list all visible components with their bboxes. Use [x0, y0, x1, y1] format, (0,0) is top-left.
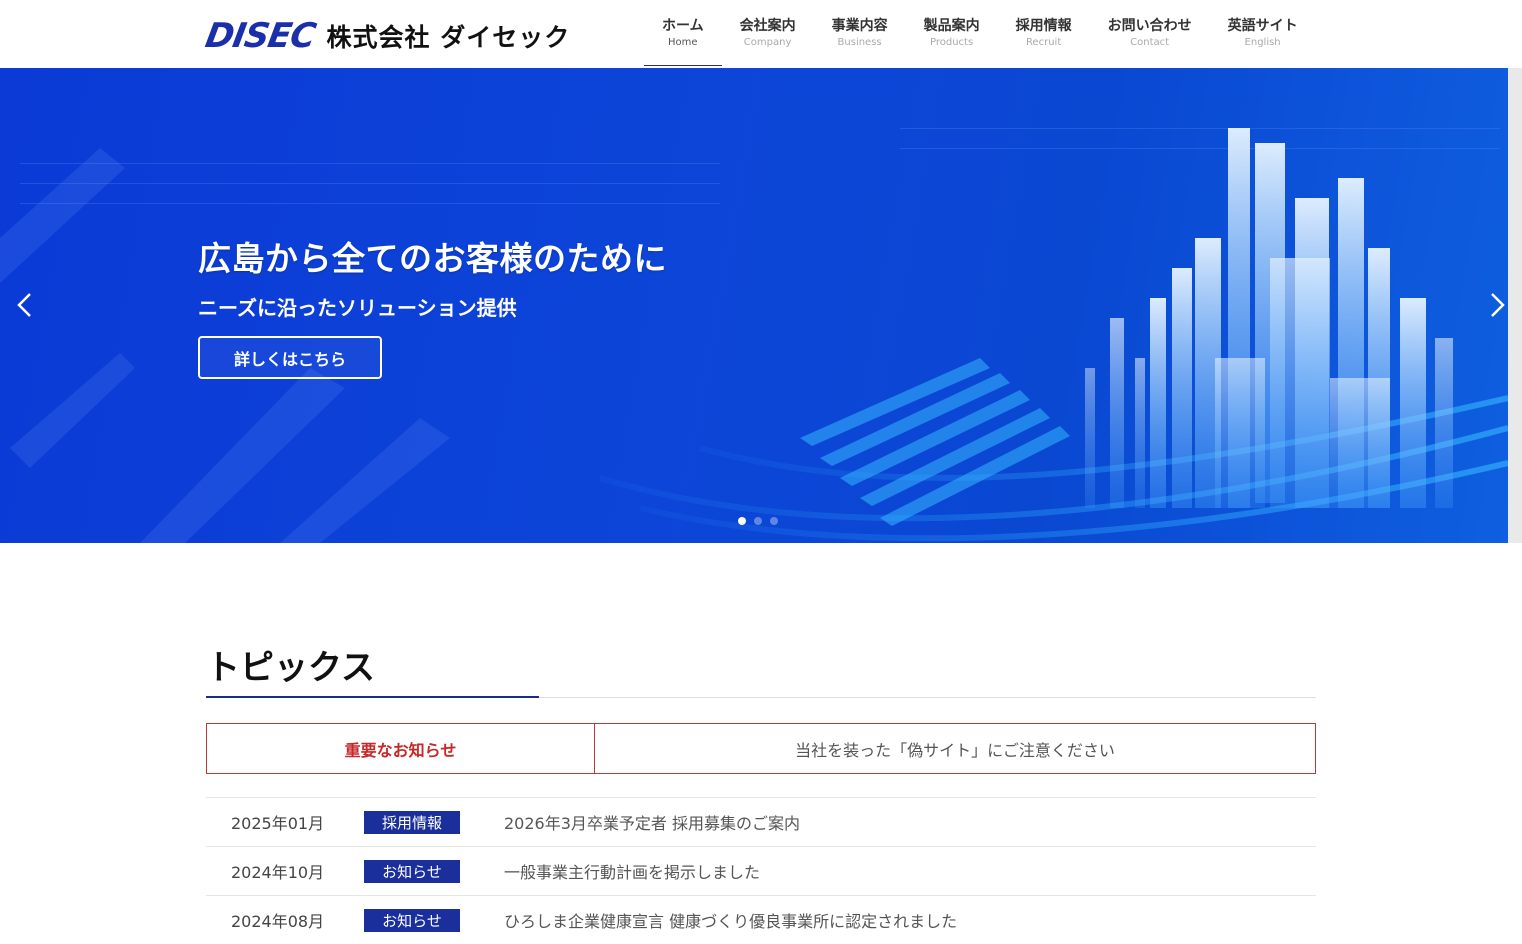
- important-notice-label: 重要なお知らせ: [207, 724, 595, 773]
- nav-sublabel: English: [1244, 37, 1281, 48]
- nav-item-contact[interactable]: お問い合わせ Contact: [1090, 0, 1210, 66]
- nav-item-home[interactable]: ホーム Home: [644, 0, 722, 66]
- main-nav: ホーム Home 会社案内 Company 事業内容 Business 製品案内…: [644, 0, 1316, 66]
- heading-underline: [206, 696, 539, 698]
- nav-item-products[interactable]: 製品案内 Products: [906, 0, 998, 66]
- hero-details-button[interactable]: 詳しくはこちら: [198, 336, 382, 379]
- nav-label: お問い合わせ: [1107, 18, 1192, 34]
- nav-item-english[interactable]: 英語サイト English: [1210, 0, 1316, 66]
- logo-mark: DISEC: [202, 16, 319, 56]
- news-item[interactable]: 2025年01月 採用情報 2026年3月卒業予定者 採用募集のご案内: [206, 797, 1316, 846]
- scrollbar[interactable]: [1508, 68, 1522, 543]
- hero-subtitle: ニーズに沿ったソリューション提供: [198, 296, 517, 320]
- news-category-badge: お知らせ: [364, 908, 460, 932]
- chevron-right-icon[interactable]: [1482, 290, 1508, 320]
- nav-item-company[interactable]: 会社案内 Company: [722, 0, 814, 66]
- nav-sublabel: Business: [837, 37, 882, 48]
- nav-label: 会社案内: [739, 18, 796, 34]
- company-name: 株式会社 ダイセック: [326, 23, 571, 52]
- site-header: DISEC 株式会社 ダイセック ホーム Home 会社案内 Company 事…: [0, 0, 1522, 68]
- news-item[interactable]: 2024年10月 お知らせ 一般事業主行動計画を掲示しました: [206, 846, 1316, 895]
- news-date: 2025年01月: [231, 814, 325, 833]
- topics-heading: トピックス: [206, 648, 375, 688]
- nav-sublabel: Contact: [1130, 37, 1170, 48]
- news-title[interactable]: 一般事業主行動計画を掲示しました: [504, 859, 760, 883]
- important-notice-link[interactable]: 当社を装った「偽サイト」にご注意ください: [595, 724, 1315, 773]
- news-category-badge: お知らせ: [364, 859, 460, 883]
- nav-label: ホーム: [662, 18, 704, 34]
- nav-item-business[interactable]: 事業内容 Business: [814, 0, 906, 66]
- chevron-left-icon[interactable]: [10, 290, 40, 320]
- nav-sublabel: Recruit: [1025, 37, 1062, 48]
- news-date: 2024年08月: [231, 912, 325, 931]
- news-category-badge: 採用情報: [364, 810, 460, 834]
- news-date: 2024年10月: [231, 863, 325, 882]
- nav-label: 英語サイト: [1227, 18, 1298, 34]
- site-logo[interactable]: DISEC 株式会社 ダイセック: [202, 16, 571, 56]
- slider-dot[interactable]: [754, 517, 762, 525]
- nav-sublabel: Products: [930, 37, 974, 48]
- news-title[interactable]: ひろしま企業健康宣言 健康づくり優良事業所に認定されました: [504, 908, 957, 932]
- nav-label: 製品案内: [923, 18, 980, 34]
- nav-label: 採用情報: [1015, 18, 1072, 34]
- hero-slider: 広島から全てのお客様のために ニーズに沿ったソリューション提供 詳しくはこちら: [0, 68, 1508, 543]
- hero-title: 広島から全てのお客様のために: [198, 239, 667, 278]
- important-notice: 重要なお知らせ 当社を装った「偽サイト」にご注意ください: [206, 723, 1316, 774]
- nav-sublabel: Home: [668, 37, 698, 48]
- nav-item-recruit[interactable]: 採用情報 Recruit: [998, 0, 1090, 66]
- nav-sublabel: Company: [743, 37, 792, 48]
- news-title[interactable]: 2026年3月卒業予定者 採用募集のご案内: [504, 810, 800, 834]
- news-item[interactable]: 2024年08月 お知らせ ひろしま企業健康宣言 健康づくり優良事業所に認定され…: [206, 895, 1316, 944]
- nav-label: 事業内容: [831, 18, 888, 34]
- news-list: 2025年01月 採用情報 2026年3月卒業予定者 採用募集のご案内 2024…: [206, 797, 1316, 944]
- slider-dot[interactable]: [770, 517, 778, 525]
- slider-dot[interactable]: [738, 517, 746, 525]
- slider-pagination: [738, 517, 778, 525]
